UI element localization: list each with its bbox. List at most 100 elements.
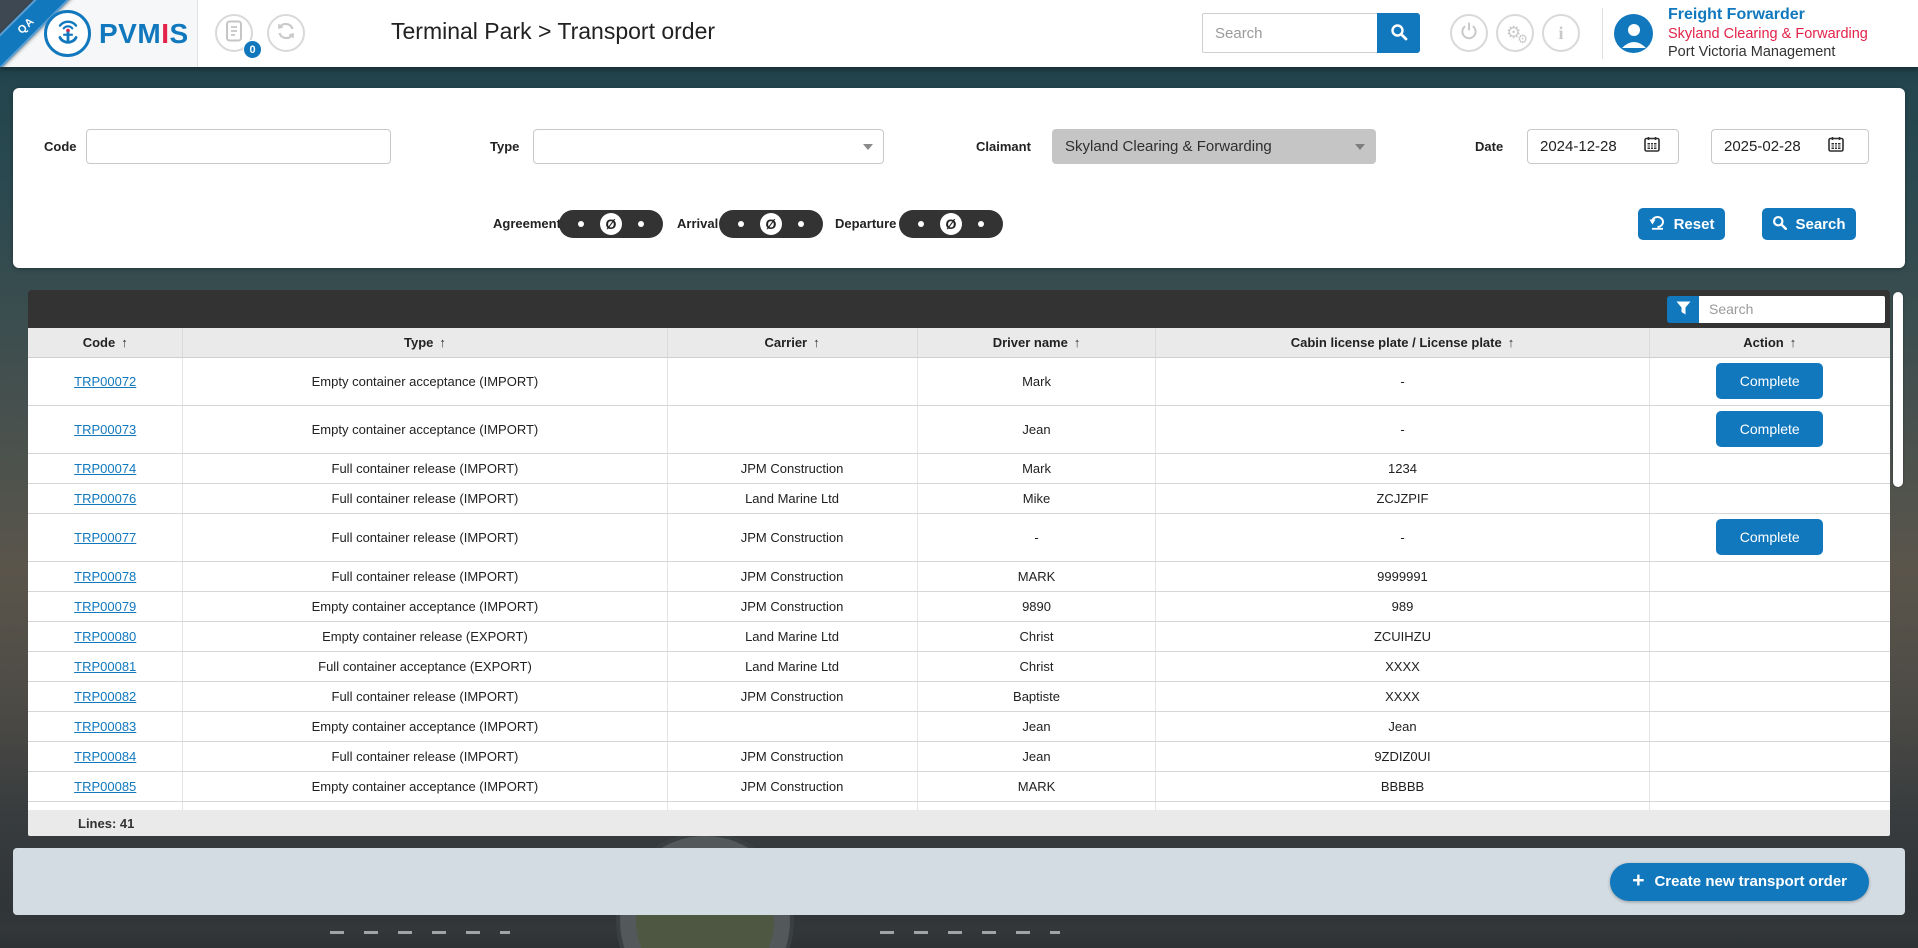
cell-type: Full container release (IMPORT) xyxy=(183,561,667,591)
user-avatar[interactable] xyxy=(1614,14,1653,53)
order-code-link[interactable]: TRP00084 xyxy=(74,749,136,764)
cell-type: Empty container acceptance (IMPORT) xyxy=(183,591,667,621)
cell-code: TRP00079 xyxy=(28,591,183,621)
cell-carrier: JPM Construction xyxy=(667,741,917,771)
cell-action xyxy=(1649,651,1890,681)
filter-search-button[interactable]: Search xyxy=(1762,208,1856,240)
info-button[interactable]: i xyxy=(1542,14,1580,52)
app-wordmark: PVMIS xyxy=(99,18,189,50)
cell-code: TRP00081 xyxy=(28,651,183,681)
cell-code: TRP00072 xyxy=(28,357,183,405)
col-header-carrier[interactable]: Carrier↑ xyxy=(667,328,917,357)
cell-plate: 989 xyxy=(1156,591,1649,621)
global-search-input[interactable] xyxy=(1202,13,1377,53)
table-header-row: Code↑ Type↑ Carrier↑ Driver name↑ Cabin … xyxy=(28,328,1890,357)
table-row: TRP00072Empty container acceptance (IMPO… xyxy=(28,357,1890,405)
col-header-action[interactable]: Action↑ xyxy=(1649,328,1890,357)
cell-code: TRP00085 xyxy=(28,771,183,801)
date-to-input[interactable] xyxy=(1724,138,1820,155)
cell-carrier: JPM Construction xyxy=(667,771,917,801)
cell-plate: - xyxy=(1156,405,1649,453)
col-header-driver[interactable]: Driver name↑ xyxy=(917,328,1156,357)
code-input[interactable] xyxy=(86,129,391,164)
cell-type: Full container acceptance (EXPORT) xyxy=(183,651,667,681)
date-from-input[interactable] xyxy=(1540,138,1636,155)
order-code-link[interactable]: TRP00082 xyxy=(74,689,136,704)
cell-action: Complete xyxy=(1649,405,1890,453)
cell-carrier: Land Marine Ltd xyxy=(667,483,917,513)
order-code-link[interactable]: TRP00072 xyxy=(74,374,136,389)
table-row: TRP00078 Full container release (IMPORT)J… xyxy=(28,561,1890,591)
order-code-link[interactable]: TRP00077 xyxy=(74,530,136,545)
brand-section: QA PVMIS xyxy=(0,0,198,67)
road-markings xyxy=(330,931,510,934)
order-code-link[interactable]: TRP00078 xyxy=(74,569,136,584)
sort-asc-icon: ↑ xyxy=(1508,335,1515,350)
cell-code: TRP00083 xyxy=(28,711,183,741)
departure-toggle[interactable]: Ø xyxy=(899,210,1003,238)
table-row: TRP00076Full container release (IMPORT)L… xyxy=(28,483,1890,513)
cell-code: TRP00073 xyxy=(28,405,183,453)
funnel-icon xyxy=(1676,301,1691,318)
chevron-down-icon xyxy=(1355,144,1365,150)
anchor-icon xyxy=(55,16,81,51)
create-transport-order-button[interactable]: + Create new transport order xyxy=(1610,863,1869,901)
toggle-on-dot xyxy=(978,221,984,227)
col-header-plate[interactable]: Cabin license plate / License plate↑ xyxy=(1156,328,1649,357)
person-icon xyxy=(1619,20,1649,53)
documents-button[interactable]: 0 xyxy=(215,14,253,52)
table-footer: Lines: 41 xyxy=(28,810,1890,836)
order-code-link[interactable]: TRP00073 xyxy=(74,422,136,437)
order-code-link[interactable]: TRP00079 xyxy=(74,599,136,614)
settings-button[interactable]: ⚙⚙ xyxy=(1496,14,1534,52)
chevron-down-icon xyxy=(863,144,873,150)
calendar-icon[interactable] xyxy=(1820,136,1844,157)
table-scrollbar-thumb[interactable] xyxy=(1893,292,1903,487)
complete-button[interactable]: Complete xyxy=(1716,411,1823,447)
order-code-link[interactable]: TRP00076 xyxy=(74,491,136,506)
refresh-button[interactable] xyxy=(267,14,305,52)
cell-action: Complete xyxy=(1649,357,1890,405)
complete-button[interactable]: Complete xyxy=(1716,363,1823,399)
cell-driver: Baptiste xyxy=(917,681,1156,711)
arrival-label: Arrival xyxy=(677,210,718,238)
cell-driver: MARK xyxy=(917,771,1156,801)
header-divider xyxy=(1602,8,1603,59)
order-code-link[interactable]: TRP00080 xyxy=(74,629,136,644)
table-filter-button[interactable] xyxy=(1667,296,1699,323)
agreement-toggle[interactable]: Ø xyxy=(559,210,663,238)
app-header: QA PVMIS 0 xyxy=(0,0,1918,67)
cell-type: Empty container acceptance (IMPORT) xyxy=(183,405,667,453)
global-search-button[interactable] xyxy=(1377,13,1420,53)
order-code-link[interactable]: TRP00081 xyxy=(74,659,136,674)
cell-carrier: Land Marine Ltd xyxy=(667,651,917,681)
gears-icon: ⚙⚙ xyxy=(1506,28,1524,39)
col-header-type[interactable]: Type↑ xyxy=(183,328,667,357)
lines-count: Lines: 41 xyxy=(78,816,134,831)
type-select[interactable] xyxy=(533,129,884,164)
cell-carrier: Land Marine Ltd xyxy=(667,621,917,651)
cell-plate: 9999991 xyxy=(1156,561,1649,591)
order-code-link[interactable]: TRP00083 xyxy=(74,719,136,734)
cell-type: Full container release (IMPORT) xyxy=(183,741,667,771)
calendar-icon[interactable] xyxy=(1636,136,1660,157)
cell-type: Empty container acceptance (IMPORT) xyxy=(183,771,667,801)
reset-button[interactable]: Reset xyxy=(1638,208,1725,240)
table-search-input[interactable] xyxy=(1699,296,1885,323)
order-code-link[interactable]: TRP00085 xyxy=(74,779,136,794)
sort-asc-icon: ↑ xyxy=(121,335,128,350)
logout-button[interactable] xyxy=(1450,14,1488,52)
cell-action xyxy=(1649,483,1890,513)
agreement-label: Agreement xyxy=(493,210,561,238)
cell-carrier: JPM Construction xyxy=(667,561,917,591)
type-label: Type xyxy=(490,129,519,164)
cell-code: TRP00076 xyxy=(28,483,183,513)
table-row: TRP00082Full container release (IMPORT)J… xyxy=(28,681,1890,711)
page-title: Terminal Park > Transport order xyxy=(391,18,715,45)
toggle-null-knob: Ø xyxy=(600,213,622,235)
cell-type: Full container release (IMPORT) xyxy=(183,681,667,711)
order-code-link[interactable]: TRP00074 xyxy=(74,461,136,476)
col-header-code[interactable]: Code↑ xyxy=(28,328,183,357)
complete-button[interactable]: Complete xyxy=(1716,519,1823,555)
arrival-toggle[interactable]: Ø xyxy=(719,210,823,238)
